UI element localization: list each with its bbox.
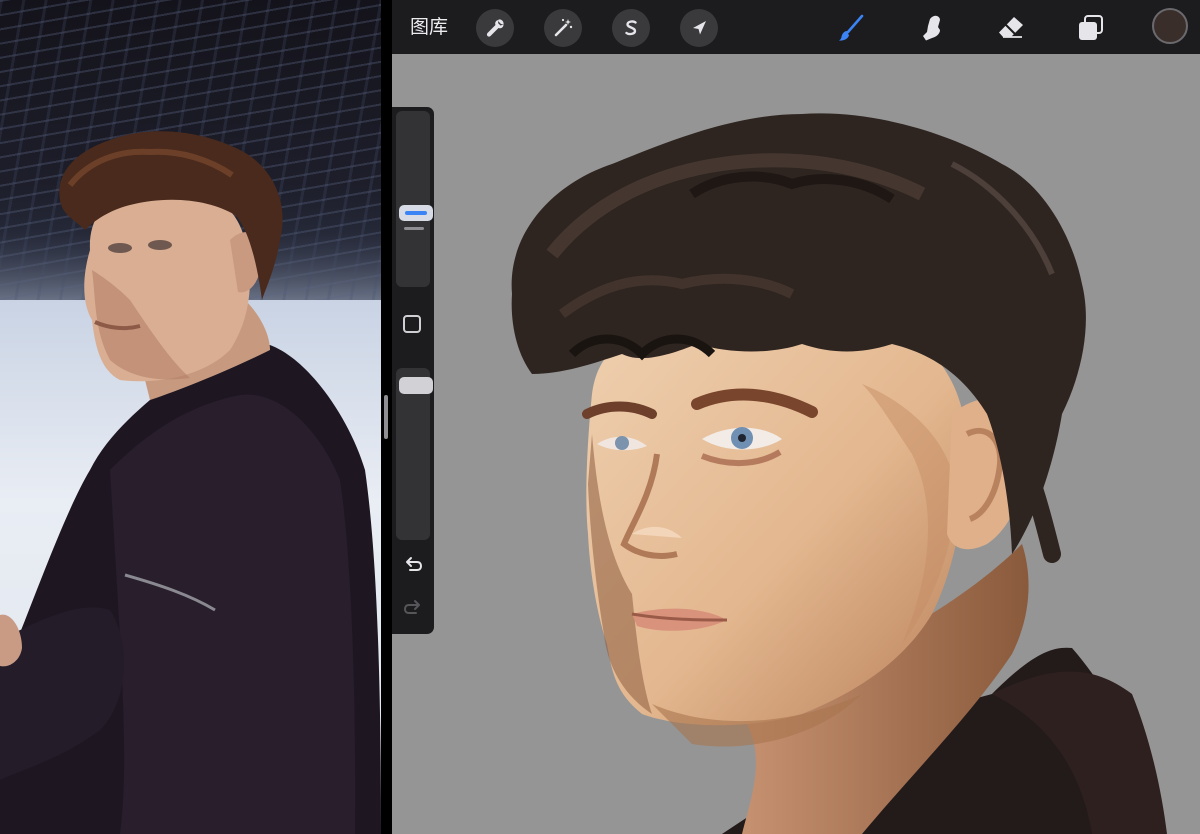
reference-photo-figure <box>0 131 381 834</box>
top-toolbar: 图库 <box>392 0 1200 54</box>
redo-icon <box>403 600 420 614</box>
left-sidebar <box>392 107 434 634</box>
adjustments-button[interactable] <box>544 9 582 47</box>
undo-button[interactable] <box>401 553 425 577</box>
magic-wand-icon <box>554 18 573 37</box>
transform-button[interactable] <box>680 9 718 47</box>
modify-square-icon <box>405 318 419 332</box>
selection-s-icon <box>625 20 637 36</box>
gallery-button[interactable]: 图库 <box>410 13 448 41</box>
eraser-icon <box>999 17 1023 38</box>
portrait-painting <box>511 113 1167 834</box>
brush-size-tick <box>404 227 424 230</box>
wrench-icon <box>486 19 504 37</box>
actions-button[interactable] <box>476 9 514 47</box>
brush-icon <box>839 14 864 41</box>
layers-icon <box>1079 15 1103 40</box>
undo-icon <box>406 557 423 571</box>
color-picker-button[interactable] <box>1152 8 1188 44</box>
brush-size-slider[interactable] <box>396 111 433 287</box>
redo-button[interactable] <box>401 596 425 620</box>
brush-size-slider-thumb[interactable] <box>399 205 433 221</box>
selection-button[interactable] <box>612 9 650 47</box>
modify-button[interactable] <box>403 315 421 333</box>
reference-photo-pane <box>0 0 381 834</box>
opacity-slider-thumb[interactable] <box>399 377 433 394</box>
smudge-tool-button[interactable] <box>912 9 950 47</box>
brush-tool-button[interactable] <box>832 9 870 47</box>
smudge-finger-icon <box>923 15 940 41</box>
arrow-cursor-icon <box>693 21 706 35</box>
drawing-canvas[interactable] <box>392 54 1200 834</box>
layers-button[interactable] <box>1072 9 1110 47</box>
opacity-slider[interactable] <box>396 368 433 540</box>
brush-size-indicator <box>405 211 427 215</box>
eraser-tool-button[interactable] <box>992 9 1030 47</box>
split-view-handle[interactable] <box>384 395 388 439</box>
